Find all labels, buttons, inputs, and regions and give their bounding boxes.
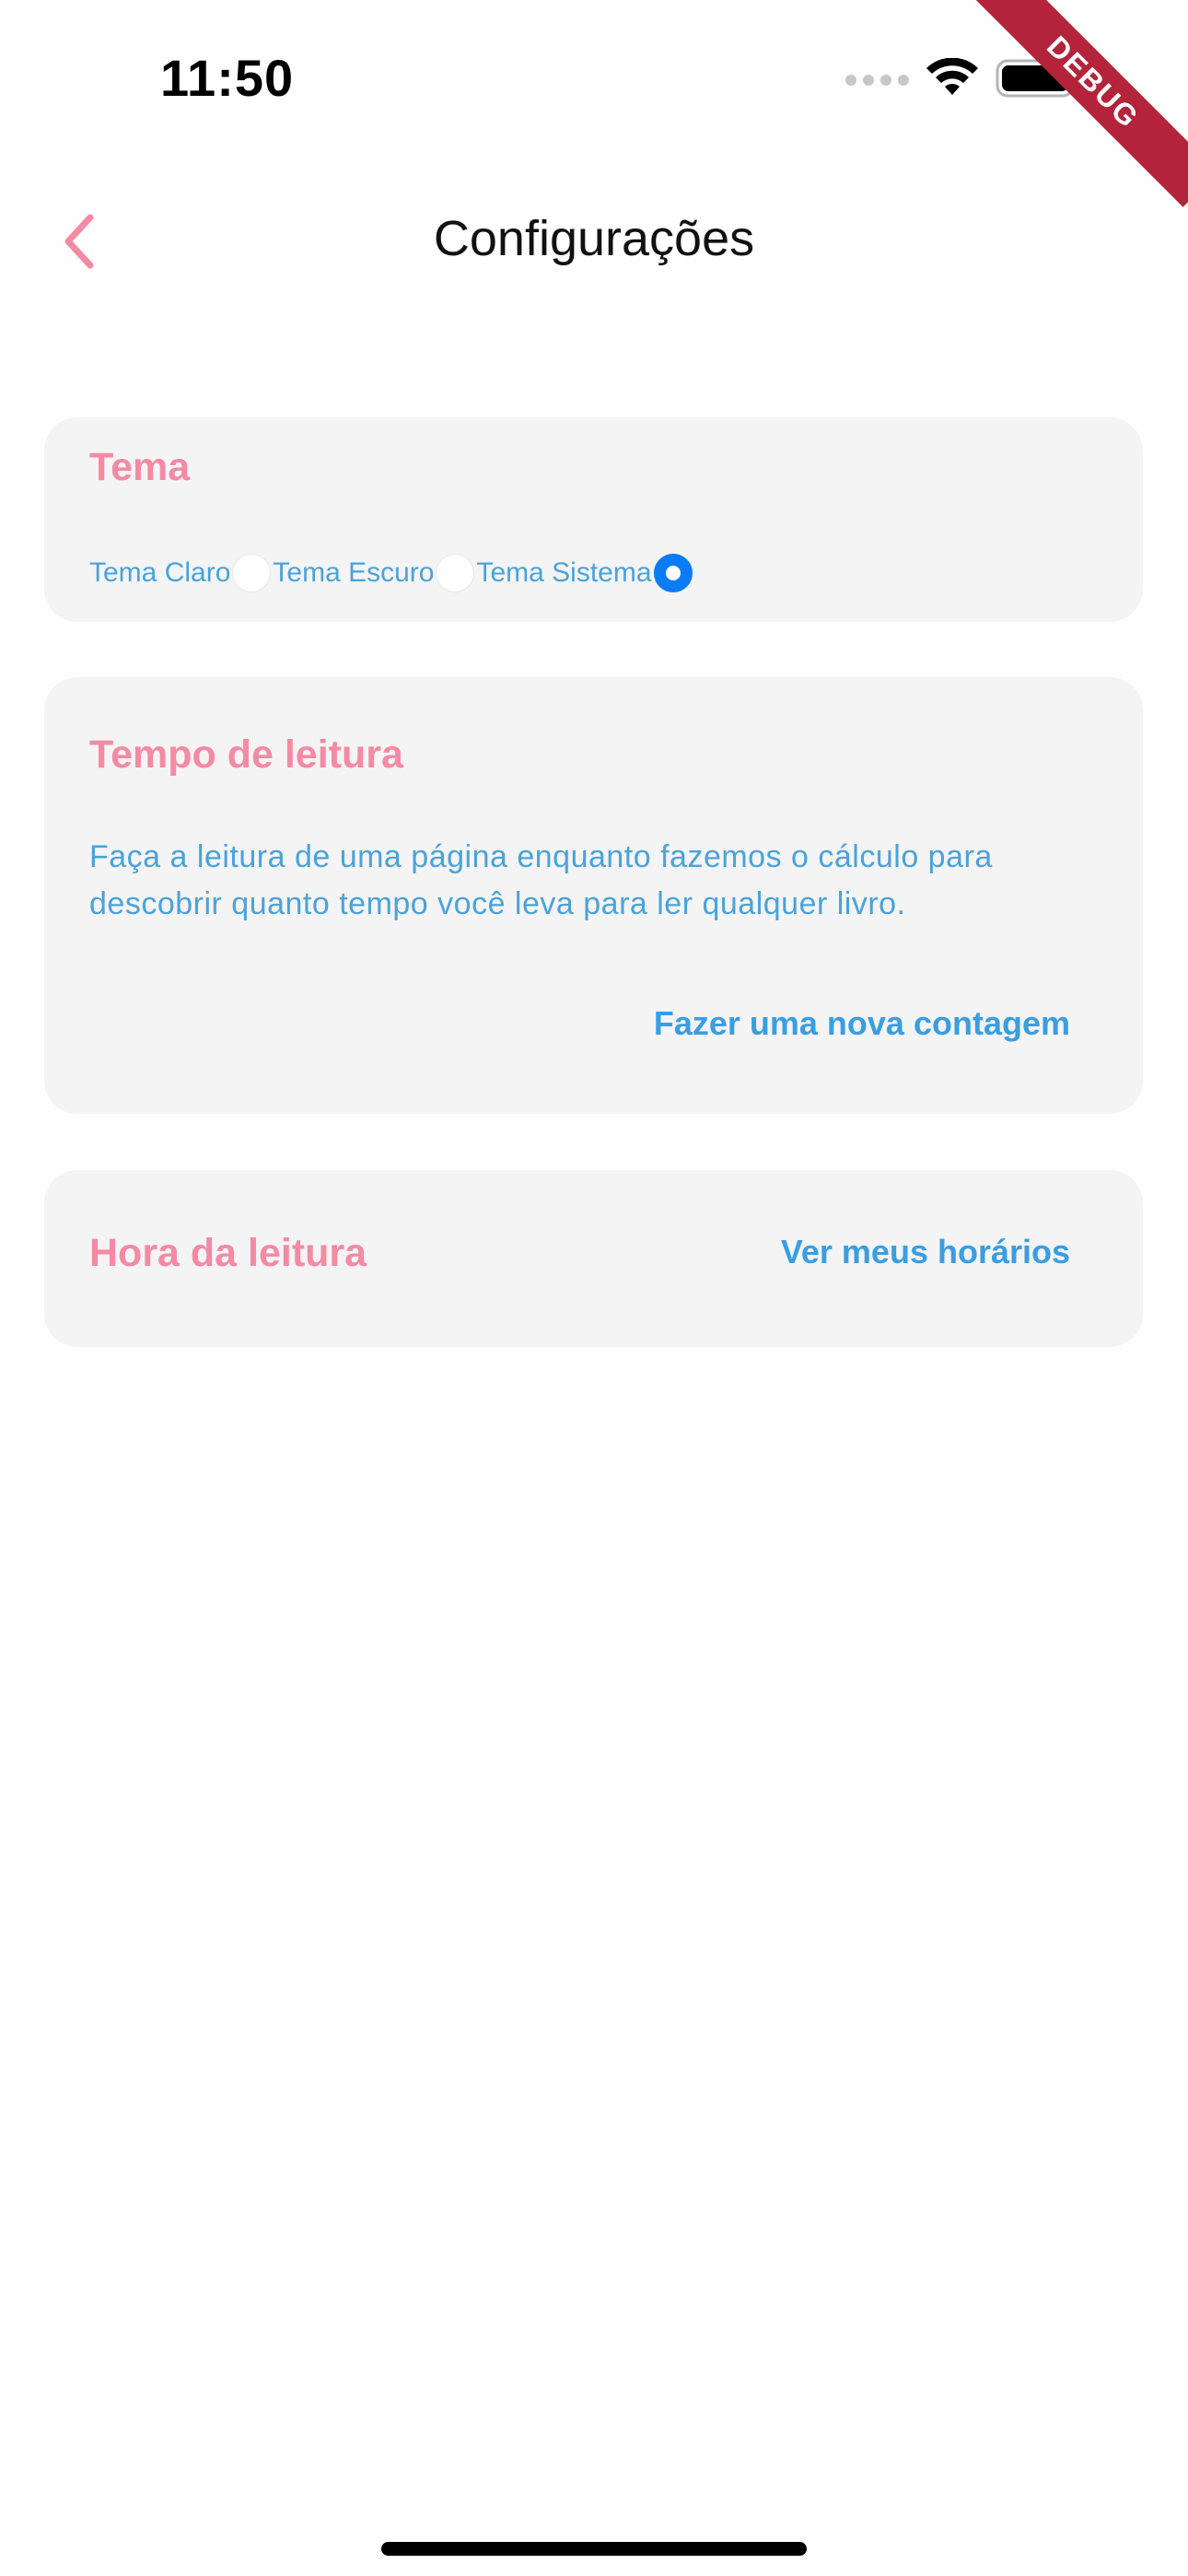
theme-card-title: Tema bbox=[89, 445, 191, 489]
theme-radio-group: Tema Claro Tema Escuro Tema Sistema bbox=[89, 554, 694, 592]
debug-banner: DEBUG bbox=[967, 0, 1188, 221]
reading-time-card: Tempo de leitura Faça a leitura de uma p… bbox=[44, 677, 1143, 1114]
reading-hour-card: Hora da leitura Ver meus horários bbox=[44, 1170, 1143, 1347]
theme-option-label: Tema Sistema bbox=[476, 557, 652, 588]
theme-card: Tema Tema Claro Tema Escuro Tema Sistema bbox=[44, 417, 1143, 622]
debug-banner-label: DEBUG bbox=[968, 0, 1188, 207]
theme-option-dark[interactable]: Tema Escuro bbox=[273, 554, 476, 592]
radio-light[interactable] bbox=[232, 554, 272, 592]
home-indicator[interactable] bbox=[381, 2542, 807, 2556]
reading-time-card-title: Tempo de leitura bbox=[89, 732, 403, 777]
status-time: 11:50 bbox=[160, 49, 295, 107]
settings-screen: 11:50 DEBUG Configurações Tema Tema Clar… bbox=[0, 0, 1188, 2576]
theme-option-label: Tema Claro bbox=[89, 557, 231, 588]
theme-option-light[interactable]: Tema Claro bbox=[89, 554, 273, 592]
new-count-button[interactable]: Fazer uma nova contagem bbox=[654, 1004, 1070, 1043]
view-schedules-button[interactable]: Ver meus horários bbox=[781, 1233, 1070, 1271]
reading-hour-card-title: Hora da leitura bbox=[89, 1231, 367, 1275]
theme-option-label: Tema Escuro bbox=[273, 557, 435, 588]
page-title: Configurações bbox=[433, 211, 755, 266]
signal-dots-icon bbox=[845, 75, 909, 86]
theme-option-system[interactable]: Tema Sistema bbox=[476, 554, 693, 592]
reading-time-description: Faça a leitura de uma página enquanto fa… bbox=[89, 839, 993, 921]
radio-dark[interactable] bbox=[436, 554, 475, 592]
radio-system[interactable] bbox=[653, 554, 693, 592]
